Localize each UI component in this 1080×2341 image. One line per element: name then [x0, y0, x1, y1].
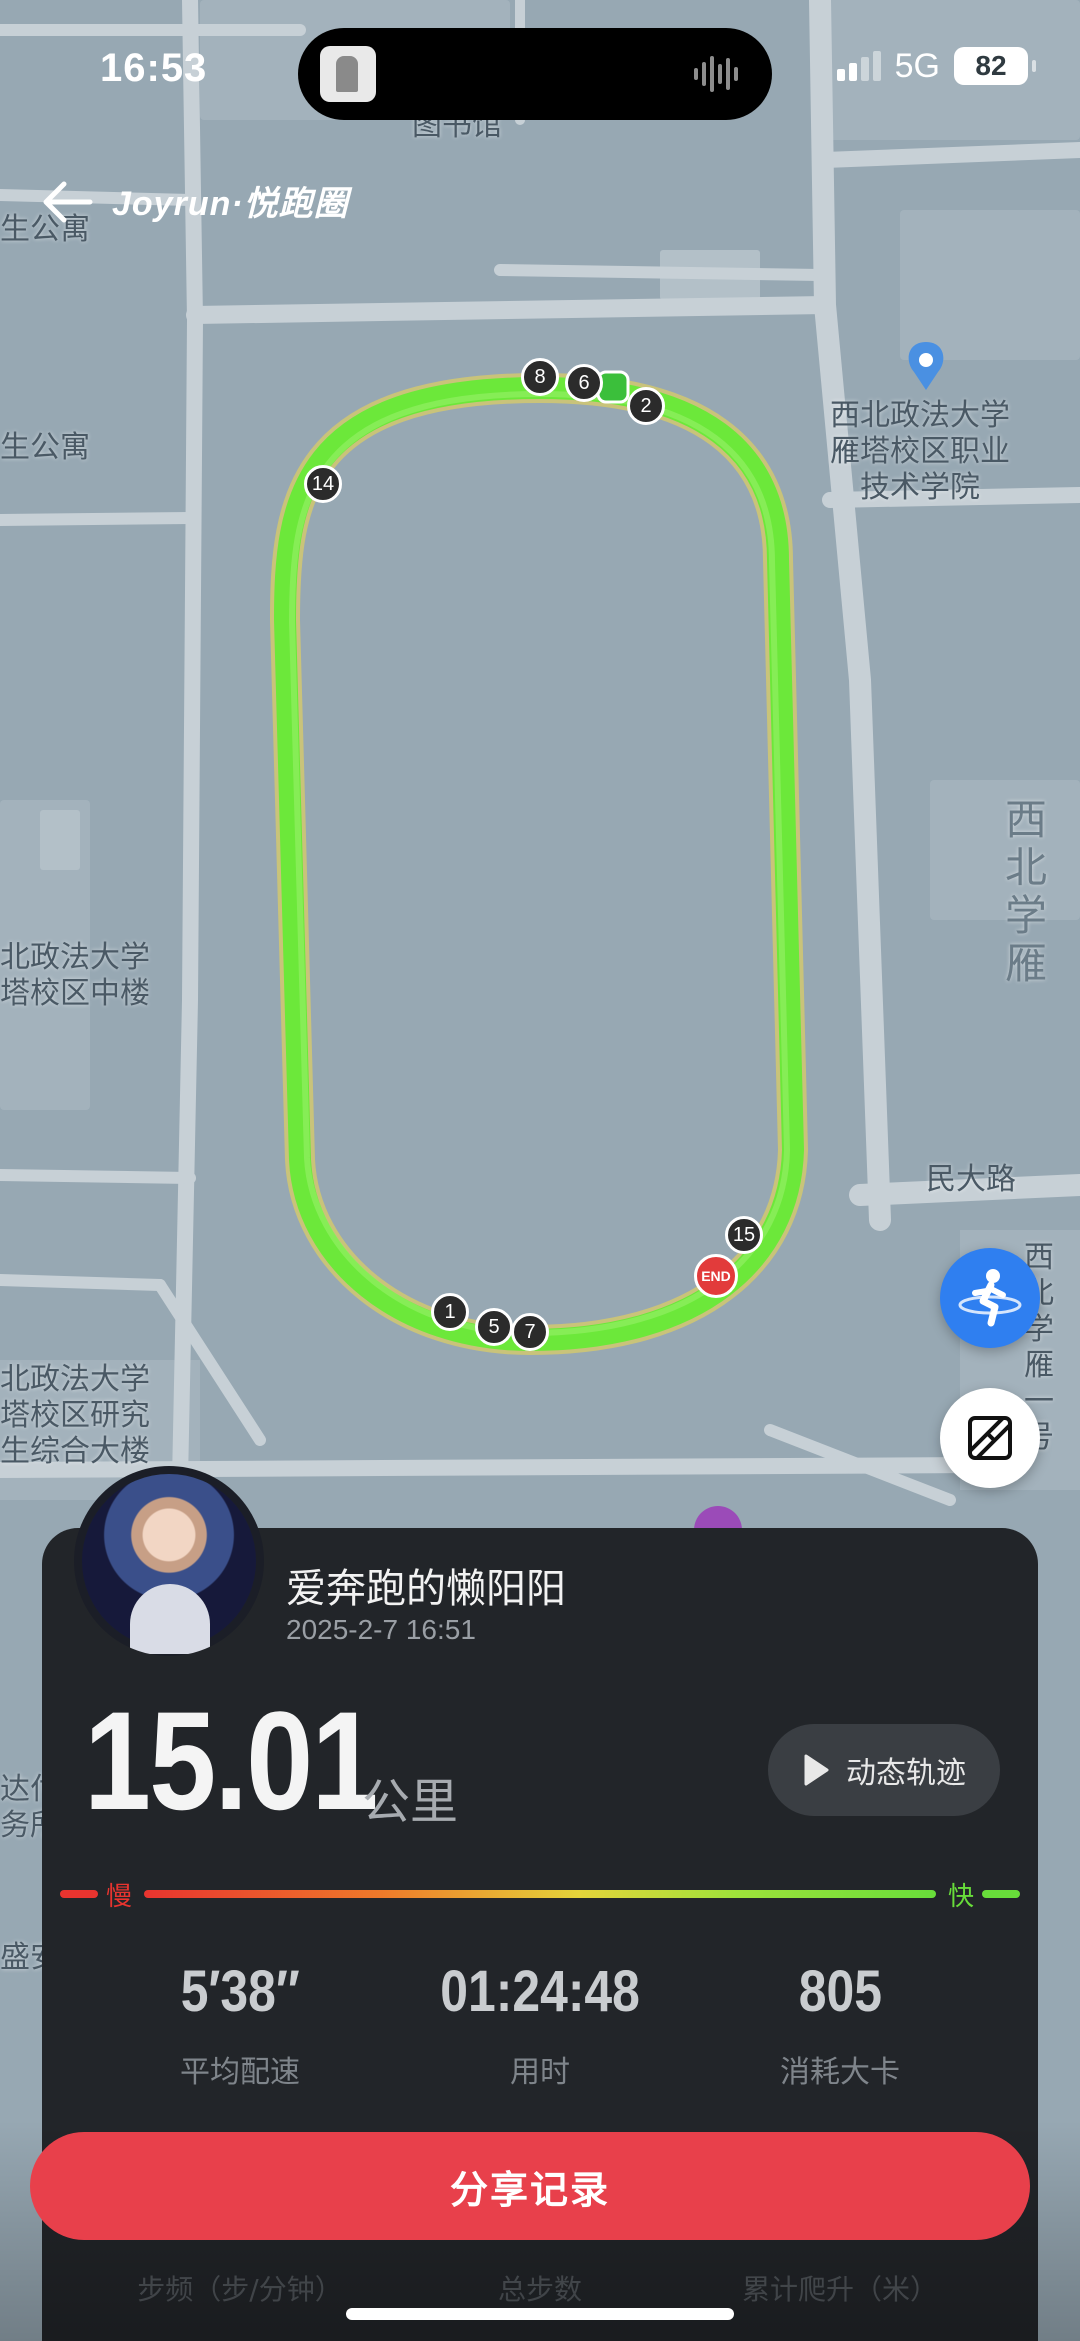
map-label-college: 西北政法大学 雁塔校区职业 技术学院	[830, 398, 1010, 505]
map-label-road: 民大路	[926, 1162, 1016, 1197]
pace-gradient	[144, 1890, 936, 1898]
end-label: END	[701, 1268, 731, 1284]
map-label-research-building: 北政法大学 塔校区研究 生综合大楼	[0, 1362, 150, 1469]
map-label-middle-building: 北政法大学 塔校区中楼	[0, 940, 150, 1011]
map-layer-icon	[968, 1416, 1012, 1460]
end-marker: END	[694, 1254, 738, 1298]
duration-label: 用时	[510, 2055, 570, 2090]
avg-pace-label: 平均配速	[180, 2055, 300, 2090]
distance-value: 15.01	[84, 1682, 378, 1839]
stat-avg-pace: 5′38″ 平均配速	[90, 1958, 390, 2091]
cadence-label: 步频（步/分钟）	[137, 2273, 343, 2306]
battery-icon: 82	[954, 47, 1036, 85]
km-marker-15: 15	[725, 1216, 763, 1254]
avg-pace-value: 5′38″	[180, 1959, 300, 2024]
pace-legend: 慢 快	[60, 1874, 1020, 1914]
calories-value: 805	[798, 1959, 882, 2024]
km-marker-14: 14	[304, 465, 342, 503]
back-arrow-icon[interactable]	[38, 176, 94, 228]
distance-unit: 公里	[362, 1774, 459, 1830]
stat-duration: 01:24:48 用时	[390, 1958, 690, 2091]
status-time: 16:53	[100, 46, 208, 90]
app-brand-logo: Joyrun·悦跑圈	[112, 185, 349, 223]
now-playing-thumbnail	[320, 46, 376, 102]
audio-wave-icon	[694, 56, 738, 92]
map-label-apartment-2: 生公寓	[0, 430, 90, 465]
map-label-right-big: 西北 学雁	[1005, 795, 1048, 988]
pace-fast-label: 快	[947, 1882, 974, 1912]
battery-level: 82	[975, 50, 1007, 81]
km-marker-2: 2	[627, 387, 665, 425]
km-marker-7: 7	[511, 1313, 549, 1351]
calories-label: 消耗大卡	[780, 2055, 900, 2090]
avatar[interactable]	[74, 1466, 264, 1656]
elevation-label: 累计爬升（米）	[741, 2273, 938, 2306]
runner-icon	[958, 1269, 1022, 1327]
run-mode-button[interactable]	[940, 1248, 1040, 1348]
share-record-label: 分享记录	[449, 2167, 610, 2212]
network-type: 5G	[894, 46, 940, 85]
play-icon	[804, 1754, 829, 1786]
replay-track-label: 动态轨迹	[846, 1756, 966, 1791]
status-indicators: 5G 82	[836, 40, 1036, 92]
km-marker-6: 6	[565, 364, 603, 402]
total-steps-label: 总步数	[497, 2273, 582, 2306]
pace-slow-label: 慢	[106, 1882, 133, 1912]
km-marker-5: 5	[475, 1308, 513, 1346]
km-marker-8: 8	[521, 358, 559, 396]
km-marker-1: 1	[431, 1293, 469, 1331]
replay-track-button[interactable]: 动态轨迹	[768, 1724, 1000, 1816]
dynamic-island[interactable]	[298, 28, 772, 120]
duration-value: 01:24:48	[440, 1959, 640, 2024]
home-indicator[interactable]	[346, 2308, 734, 2320]
share-record-button[interactable]: 分享记录	[30, 2132, 1030, 2240]
run-datetime: 2025-2-7 16:51	[286, 1614, 476, 1645]
stat-calories: 805 消耗大卡	[690, 1958, 990, 2091]
username: 爱奔跑的懒阳阳	[286, 1566, 566, 1612]
signal-icon	[836, 51, 881, 81]
map-toggle-button[interactable]	[940, 1388, 1040, 1488]
